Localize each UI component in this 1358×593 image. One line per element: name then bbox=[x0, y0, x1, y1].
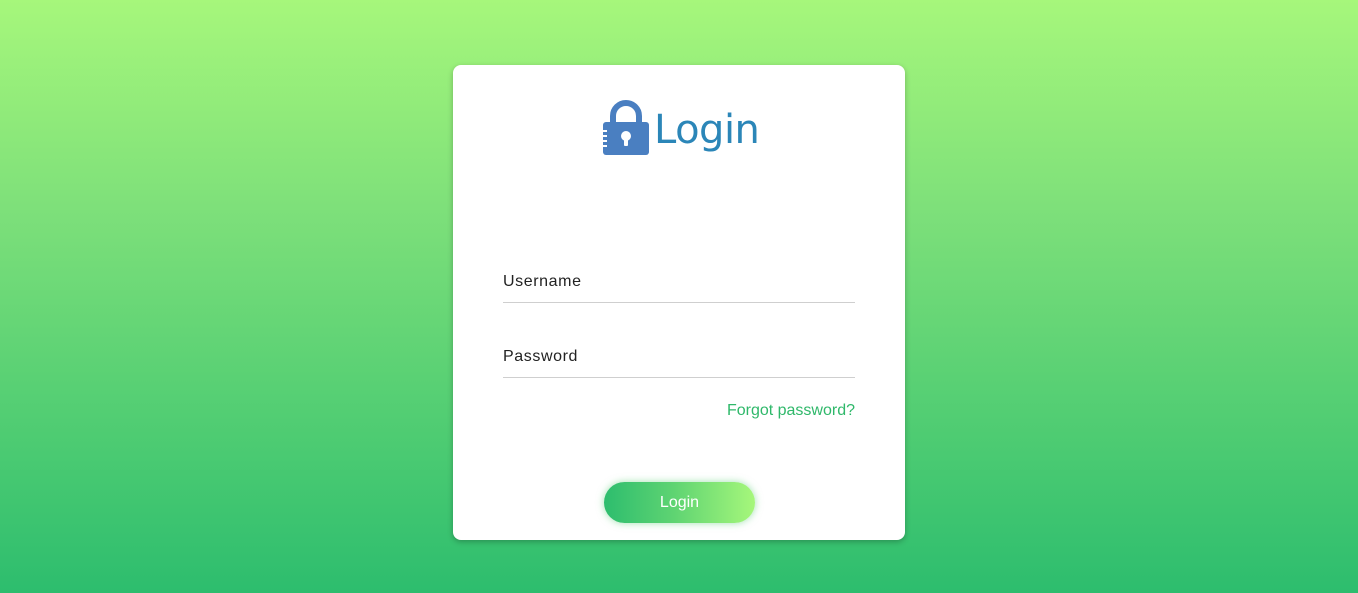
login-button[interactable]: Login bbox=[604, 482, 755, 523]
login-logo: Login bbox=[600, 99, 760, 157]
page-title: Login bbox=[654, 107, 760, 153]
password-input[interactable] bbox=[503, 342, 855, 372]
username-field-wrapper bbox=[503, 265, 855, 303]
password-field-wrapper bbox=[503, 340, 855, 378]
username-input[interactable] bbox=[503, 267, 855, 297]
forgot-password-link[interactable]: Forgot password? bbox=[727, 402, 855, 420]
padlock-icon bbox=[600, 99, 652, 157]
login-card: Login Forgot password? Login bbox=[453, 65, 905, 540]
